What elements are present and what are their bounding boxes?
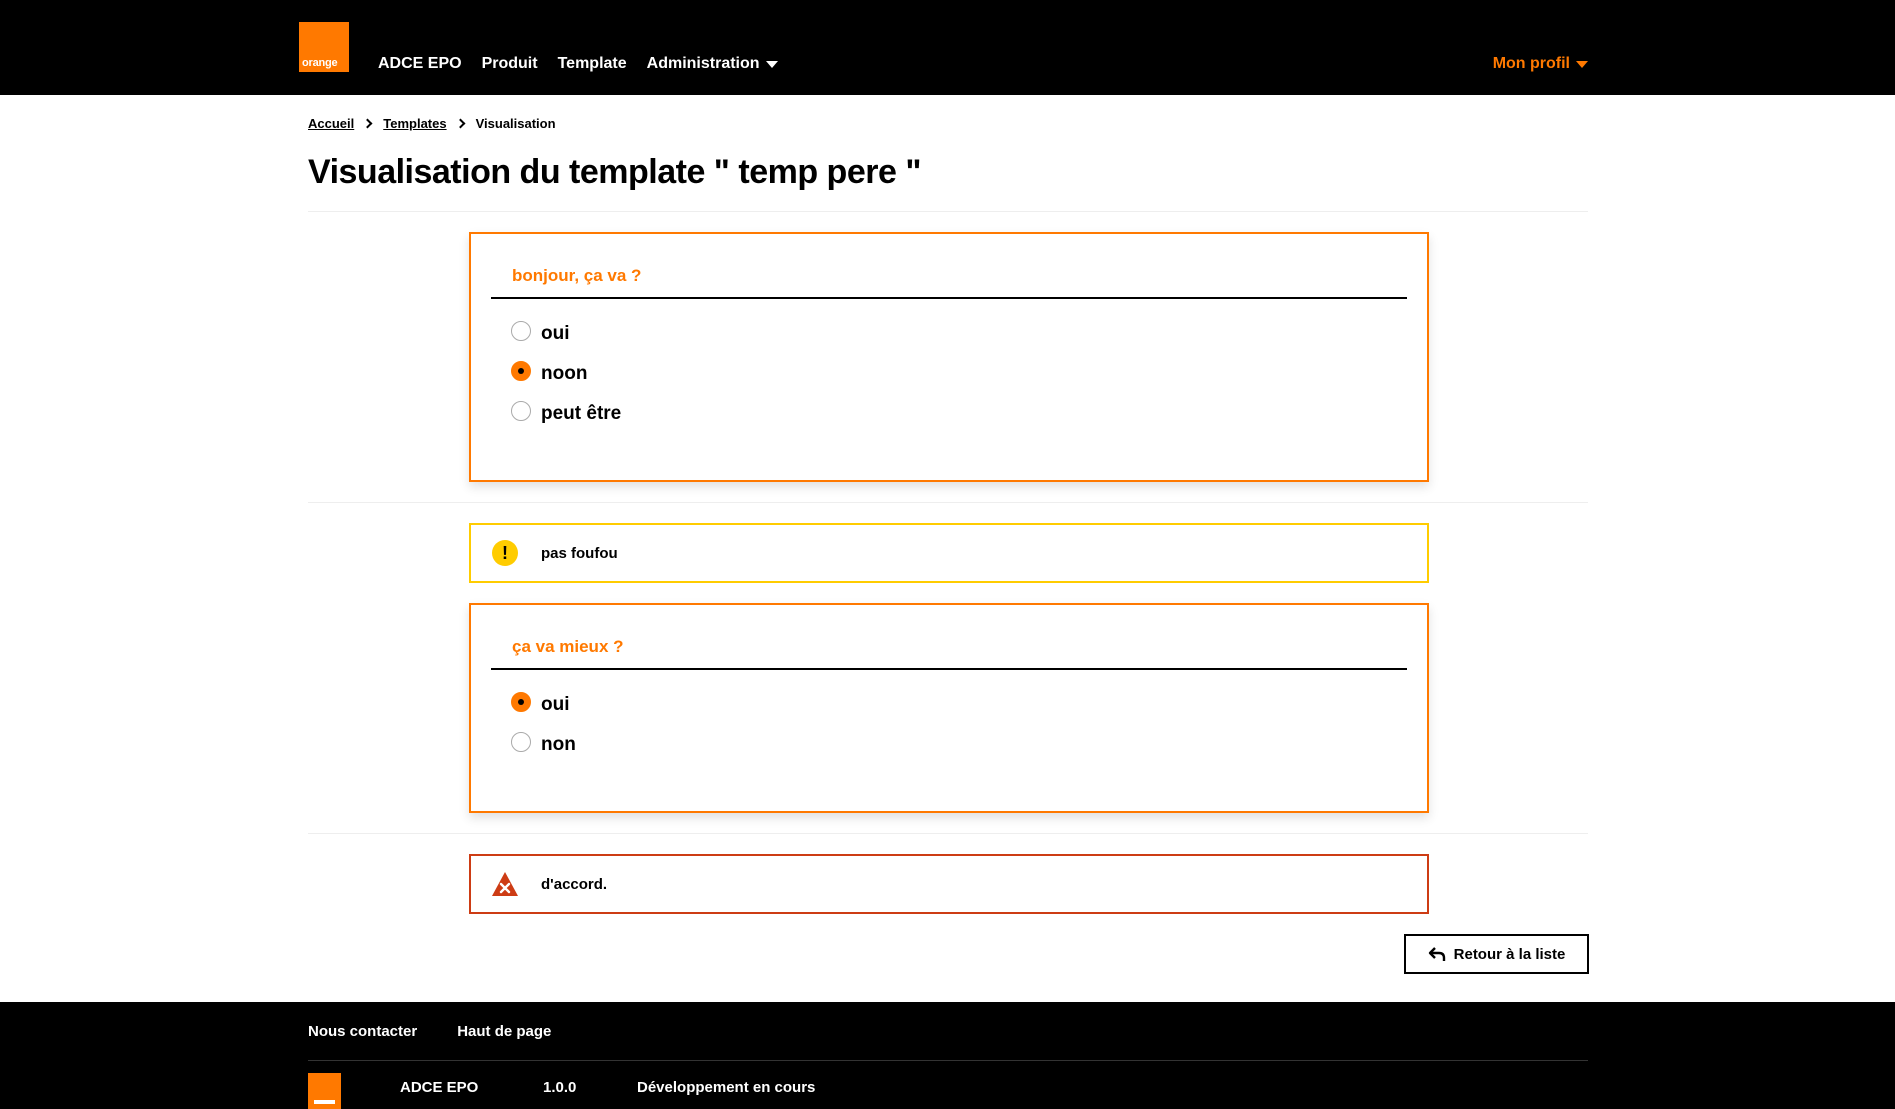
back-to-list-button[interactable]: Retour à la liste	[1404, 934, 1589, 974]
radio-option[interactable]: peut être	[511, 401, 622, 425]
warning-alert: ! pas foufou	[469, 523, 1429, 583]
nav-produit[interactable]: Produit	[482, 55, 538, 73]
chevron-right-icon	[455, 118, 466, 129]
radio-label: oui	[541, 323, 570, 344]
divider	[308, 502, 1588, 503]
radio-option[interactable]: oui	[511, 321, 570, 345]
logo-text: orange	[302, 57, 338, 69]
return-arrow-icon	[1428, 947, 1445, 961]
footer-top-link[interactable]: Haut de page	[457, 1023, 551, 1040]
nav-administration[interactable]: Administration	[647, 55, 778, 73]
divider	[308, 833, 1588, 834]
radio-option[interactable]: non	[511, 732, 576, 756]
chevron-down-icon	[1576, 60, 1588, 68]
chevron-right-icon	[362, 118, 373, 129]
nav-adce-epo[interactable]: ADCE EPO	[378, 55, 462, 73]
radio-option[interactable]: noon	[511, 361, 588, 385]
chevron-down-icon	[765, 60, 778, 68]
footer: Nous contacter Haut de page ADCE EPO 1.0…	[0, 1002, 1895, 1109]
footer-app-name: ADCE EPO	[400, 1079, 479, 1096]
error-icon	[491, 870, 519, 898]
nav-template[interactable]: Template	[558, 55, 627, 73]
radio-button-checked[interactable]	[511, 692, 531, 712]
back-button-label: Retour à la liste	[1453, 945, 1566, 963]
question-card: bonjour, ça va ? oui noon peut être	[469, 232, 1429, 482]
nav-administration-label: Administration	[646, 55, 760, 72]
breadcrumb-accueil[interactable]: Accueil	[308, 116, 354, 131]
radio-label: oui	[541, 694, 570, 715]
warning-text: pas foufou	[541, 544, 618, 562]
divider	[491, 668, 1407, 670]
radio-option[interactable]: oui	[511, 692, 570, 716]
error-text: d'accord.	[541, 875, 608, 893]
breadcrumb-templates[interactable]: Templates	[383, 116, 446, 131]
radio-label: noon	[541, 363, 588, 384]
radio-label: non	[541, 734, 576, 755]
divider	[308, 211, 1588, 212]
radio-label: peut être	[541, 403, 622, 424]
radio-button[interactable]	[511, 401, 531, 421]
footer-logo	[308, 1073, 341, 1109]
footer-links: Nous contacter Haut de page	[308, 1023, 551, 1040]
footer-version: 1.0.0	[543, 1079, 577, 1096]
divider	[491, 297, 1407, 299]
radio-button[interactable]	[511, 321, 531, 341]
question-card: ça va mieux ? oui non	[469, 603, 1429, 813]
top-navbar: orange ADCE EPO Produit Template Adminis…	[0, 0, 1895, 95]
orange-logo[interactable]: orange	[299, 22, 349, 72]
profile-menu[interactable]: Mon profil	[1493, 55, 1588, 73]
breadcrumb: Accueil Templates Visualisation	[308, 116, 556, 131]
question-title: ça va mieux ?	[512, 637, 624, 656]
radio-button-checked[interactable]	[511, 361, 531, 381]
divider	[308, 1060, 1588, 1061]
error-alert: d'accord.	[469, 854, 1429, 914]
radio-button[interactable]	[511, 732, 531, 752]
page-title: Visualisation du template " temp pere "	[308, 153, 921, 191]
breadcrumb-current: Visualisation	[475, 116, 556, 131]
main-nav: ADCE EPO Produit Template Administration	[378, 55, 778, 73]
footer-contact-link[interactable]: Nous contacter	[308, 1023, 417, 1040]
profile-label: Mon profil	[1492, 55, 1570, 72]
warning-icon: !	[491, 539, 519, 567]
footer-status: Développement en cours	[637, 1079, 816, 1096]
question-title: bonjour, ça va ?	[512, 266, 642, 285]
